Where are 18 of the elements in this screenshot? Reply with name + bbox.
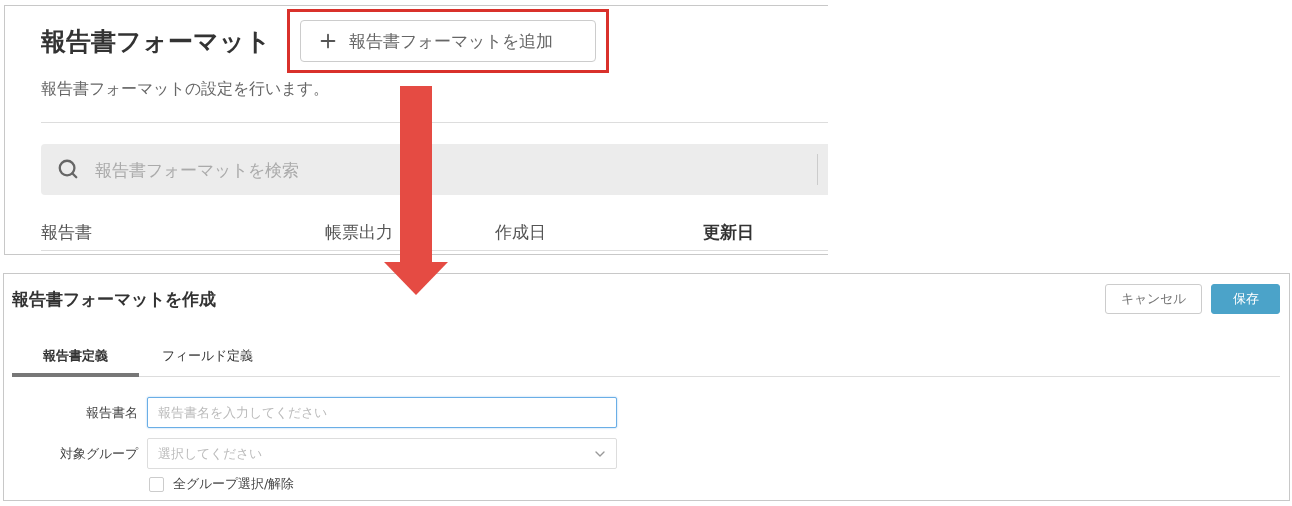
search-icon bbox=[57, 158, 79, 180]
checkbox-label: 全グループ選択/解除 bbox=[173, 475, 295, 493]
tab[interactable]: 報告書定義 bbox=[12, 339, 139, 377]
search-field[interactable]: 報告書フォーマットを検索 bbox=[41, 144, 828, 195]
column-header[interactable]: 作成日 bbox=[495, 221, 703, 244]
tab[interactable]: フィールド定義 bbox=[139, 339, 276, 377]
column-header[interactable]: 更新日 bbox=[703, 221, 823, 244]
page-description: 報告書フォーマットの設定を行います。 bbox=[41, 79, 330, 100]
page-title: 報告書フォーマット bbox=[41, 25, 271, 58]
field-label: 報告書名 bbox=[85, 403, 138, 422]
field-label: 対象グループ bbox=[59, 444, 138, 463]
add-format-button[interactable]: 報告書フォーマットを追加 bbox=[300, 20, 596, 62]
column-header[interactable]: 帳票出力 bbox=[325, 221, 495, 244]
cancel-button[interactable]: キャンセル bbox=[1105, 284, 1202, 314]
checkbox[interactable] bbox=[149, 476, 164, 492]
dialog-title: 報告書フォーマットを作成 bbox=[12, 287, 216, 311]
column-header[interactable]: 報告書 bbox=[41, 221, 325, 244]
text-input-field[interactable]: 報告書名を入力してください bbox=[147, 397, 617, 428]
